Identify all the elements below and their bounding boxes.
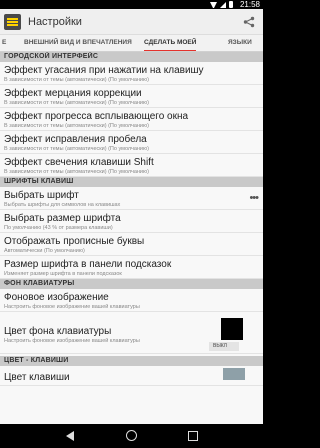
status-bar: 21:58 <box>0 0 263 9</box>
background-toggle[interactable]: ВЫКЛ <box>209 342 239 351</box>
setting-subtitle: В зависимости от темы (автоматически) (П… <box>4 77 149 83</box>
tab-make-mine[interactable]: СДЕЛАТЬ МОЕЙ <box>144 35 197 51</box>
color-swatch-black[interactable] <box>221 318 243 340</box>
more-options-icon[interactable]: ••• <box>249 193 259 204</box>
setting-background-color[interactable]: Цвет фона клавиатуры Настроить фоновое и… <box>0 312 263 354</box>
setting-subtitle: Автоматически (По умолчанию) <box>4 248 85 254</box>
setting-subtitle: Выбрать шрифты для символов на клавишах <box>4 202 121 208</box>
setting-title: Выбрать шрифт <box>4 190 79 201</box>
setting-title: Отображать прописные буквы <box>4 236 145 247</box>
section-city-interface: ГОРОДСКОЙ ИНТЕРФЕЙС <box>0 52 263 62</box>
back-icon[interactable] <box>66 431 74 441</box>
share-icon[interactable] <box>243 16 255 28</box>
setting-subtitle: Настроить фоновое изображение вашей клав… <box>4 304 140 310</box>
setting-title: Эффект свечения клавиши Shift <box>4 157 154 168</box>
keyboard-app-icon[interactable] <box>4 14 21 30</box>
setting-shift-effect[interactable]: Эффект свечения клавиши Shift В зависимо… <box>0 154 263 177</box>
section-key-color: ЦВЕТ - КЛАВИШИ <box>0 356 263 366</box>
setting-background-image[interactable]: Фоновое изображение Настроить фоновое из… <box>0 289 263 312</box>
setting-subtitle: В зависимости от темы (автоматически) (П… <box>4 123 149 129</box>
setting-subtitle: Изменяет размер шрифта в панели подсказо… <box>4 271 122 277</box>
setting-key-color[interactable]: Цвет клавиши <box>0 366 263 386</box>
battery-icon <box>229 1 233 8</box>
setting-show-capitals[interactable]: Отображать прописные буквы Автоматически… <box>0 233 263 256</box>
setting-choose-font[interactable]: Выбрать шрифт Выбрать шрифты для символо… <box>0 187 263 210</box>
setting-title: Размер шрифта в панели подсказок <box>4 259 172 270</box>
section-key-fonts: ШРИФТЫ КЛАВИШ <box>0 177 263 187</box>
setting-title: Выбрать размер шрифта <box>4 213 121 224</box>
navigation-bar <box>0 424 263 448</box>
tab-partial[interactable]: Е <box>2 35 6 51</box>
settings-list: ГОРОДСКОЙ ИНТЕРФЕЙС Эффект угасания при … <box>0 52 263 424</box>
setting-subtitle: По умолчанию (43 % от размера клавиши) <box>4 225 113 231</box>
home-icon[interactable] <box>126 430 137 441</box>
status-time: 21:58 <box>239 0 260 9</box>
setting-title: Эффект угасания при нажатии на клавишу <box>4 65 204 76</box>
color-swatch-grey[interactable] <box>223 368 245 380</box>
setting-flicker-effect[interactable]: Эффект мерцания коррекции В зависимости … <box>0 85 263 108</box>
setting-fade-effect[interactable]: Эффект угасания при нажатии на клавишу В… <box>0 62 263 85</box>
setting-subtitle: В зависимости от темы (автоматически) (П… <box>4 169 149 175</box>
tab-languages[interactable]: ЯЗЫКИ <box>228 35 252 51</box>
status-icons <box>210 1 233 8</box>
setting-subtitle: В зависимости от темы (автоматически) (П… <box>4 146 149 152</box>
wifi-icon <box>210 1 217 8</box>
page-title: Настройки <box>28 16 82 28</box>
setting-subtitle: В зависимости от темы (автоматически) (П… <box>4 100 149 106</box>
setting-hint-font-size[interactable]: Размер шрифта в панели подсказок Изменяе… <box>0 256 263 279</box>
setting-title: Эффект мерцания коррекции <box>4 88 142 99</box>
app-bar: Настройки <box>0 9 263 35</box>
setting-popup-effect[interactable]: Эффект прогресса всплывающего окна В зав… <box>0 108 263 131</box>
tab-bar: Е ВНЕШНИЙ ВИД И ВПЕЧАТЛЕНИЯ СДЕЛАТЬ МОЕЙ… <box>0 35 263 52</box>
section-keyboard-background: ФОН КЛАВИАТУРЫ <box>0 279 263 289</box>
setting-title: Эффект прогресса всплывающего окна <box>4 111 189 122</box>
tab-appearance[interactable]: ВНЕШНИЙ ВИД И ВПЕЧАТЛЕНИЯ <box>24 35 132 51</box>
recent-apps-icon[interactable] <box>188 431 198 441</box>
setting-space-effect[interactable]: Эффект исправления пробела В зависимости… <box>0 131 263 154</box>
setting-font-size[interactable]: Выбрать размер шрифта По умолчанию (43 %… <box>0 210 263 233</box>
signal-icon <box>220 1 226 8</box>
setting-title: Эффект исправления пробела <box>4 134 147 145</box>
setting-title: Фоновое изображение <box>4 292 109 303</box>
